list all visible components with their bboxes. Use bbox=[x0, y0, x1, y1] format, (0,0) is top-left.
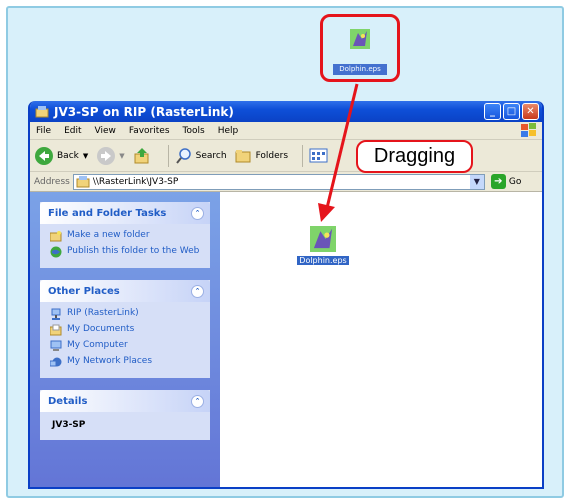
drag-arrow bbox=[318, 83, 359, 222]
dragging-callout: Dragging bbox=[356, 140, 473, 173]
